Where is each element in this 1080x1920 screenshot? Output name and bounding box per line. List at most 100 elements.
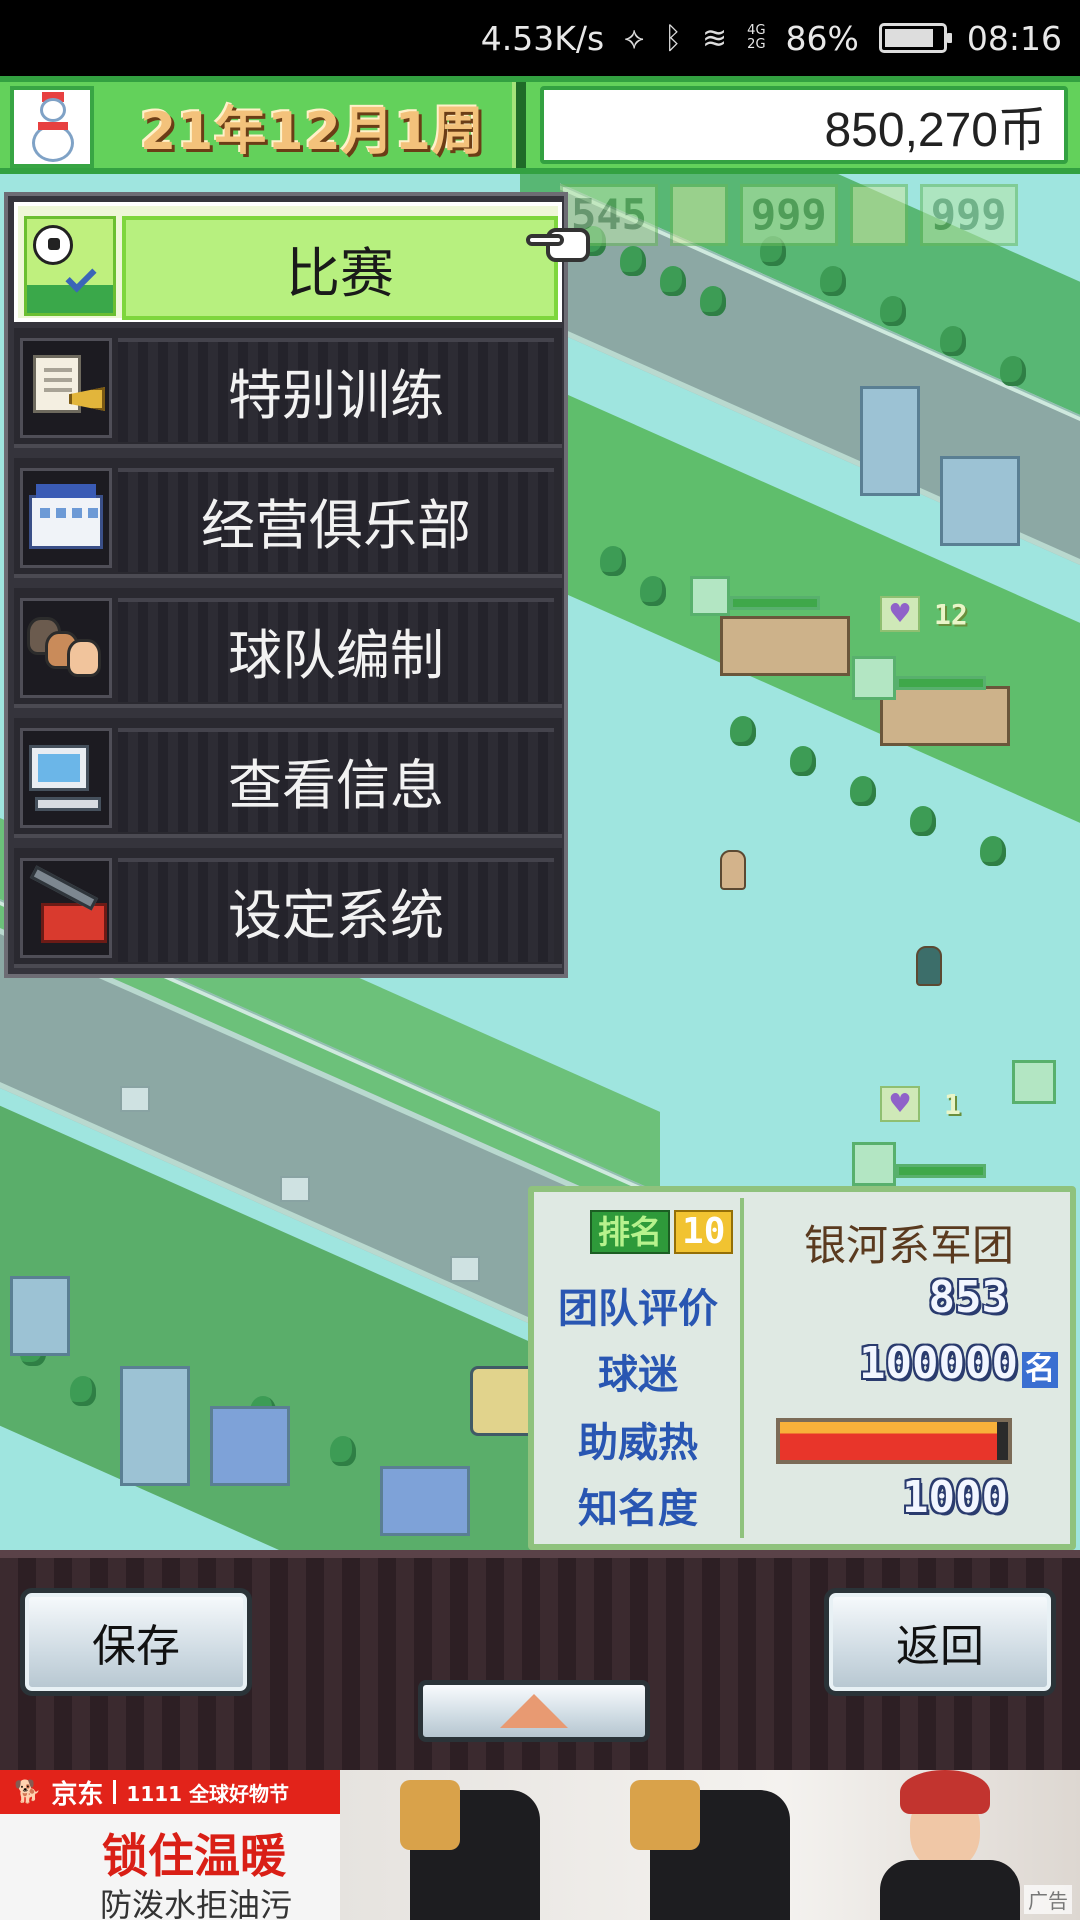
menu-item-team-formation[interactable]: 球队编制 xyxy=(14,588,562,708)
menu-item-special-training[interactable]: 特别训练 xyxy=(14,328,562,448)
tree xyxy=(700,286,726,316)
tree xyxy=(620,246,646,276)
tree xyxy=(850,776,876,806)
ad-tag: 广告 xyxy=(1024,1885,1072,1914)
ad-title: 锁住温暖 xyxy=(102,1829,286,1883)
heart-icon: ♥ xyxy=(880,596,920,632)
bluetooth-icon: ᛒ xyxy=(664,20,683,56)
fame-value: 1000 xyxy=(902,1472,1008,1523)
tree xyxy=(880,296,906,326)
building xyxy=(940,456,1020,546)
jd-logo-icon: 🐕 xyxy=(14,1779,42,1805)
tree xyxy=(730,716,756,746)
stadium-light xyxy=(120,1086,150,1112)
stadium-light xyxy=(280,1176,310,1202)
fans-label: 球迷 xyxy=(598,1352,678,1398)
heart-count: 12 xyxy=(934,598,968,631)
hud-divider xyxy=(512,82,526,168)
menu-item-label: 查看信息 xyxy=(228,753,444,817)
cheer-label: 助威热 xyxy=(578,1420,698,1466)
ad-subtitle: 防泼水拒油污 xyxy=(100,1886,293,1920)
main-menu: 比赛 特别训练 经营俱乐部 球队编制 查看信息 设定系统 xyxy=(4,192,568,978)
fans-unit: 名 xyxy=(1022,1352,1058,1388)
visitor-chip[interactable] xyxy=(852,1142,896,1186)
back-button[interactable]: 返回 xyxy=(824,1588,1056,1696)
tree xyxy=(820,266,846,296)
snowman-avatar-icon[interactable] xyxy=(10,86,94,168)
cafe xyxy=(720,616,850,676)
building xyxy=(120,1366,190,1486)
stat-value: 999 xyxy=(739,184,838,246)
tree xyxy=(940,326,966,356)
signal-icon: 4G 2G xyxy=(747,24,765,52)
cheer-meter-fill xyxy=(780,1422,997,1460)
battery-percent: 86% xyxy=(785,18,859,58)
rank-badge: 排名 10 xyxy=(590,1210,734,1254)
ad-header: 🐕 京东 1111 全球好物节 xyxy=(0,1770,340,1814)
battery-icon xyxy=(878,23,952,53)
toolbox-wrench-icon xyxy=(20,858,112,958)
house xyxy=(380,1466,470,1536)
visitor-bar xyxy=(896,1164,986,1178)
wifi-icon: ≋ xyxy=(702,20,728,56)
fame-label: 知名度 xyxy=(578,1486,698,1532)
computer-icon xyxy=(20,728,112,828)
walking-person[interactable] xyxy=(916,946,942,986)
ad-banner[interactable]: 🐕 京东 1111 全球好物节 锁住温暖 防泼水拒油污 广告 xyxy=(0,1770,1080,1920)
trophy-icon xyxy=(669,184,728,246)
cafe xyxy=(880,686,1010,746)
ad-photo xyxy=(340,1770,1080,1920)
tree xyxy=(70,1376,96,1406)
menu-item-view-info[interactable]: 查看信息 xyxy=(14,718,562,838)
tree xyxy=(640,576,666,606)
walking-person[interactable] xyxy=(720,850,746,890)
building xyxy=(10,1276,70,1356)
visitor-bar xyxy=(730,596,820,610)
menu-item-label: 球队编制 xyxy=(228,623,444,687)
game-date: 21年12月1周 xyxy=(140,101,485,162)
clock: 08:16 xyxy=(966,18,1062,58)
hand-pointer-icon xyxy=(526,218,600,268)
players-icon xyxy=(20,598,112,698)
vibrate-icon: ⟡ xyxy=(624,20,645,56)
training-document-horn-icon xyxy=(20,338,112,438)
stats-strip: 545 999 999 xyxy=(560,184,1018,246)
network-type-top: 4G xyxy=(747,23,766,38)
heart-count: 1 xyxy=(944,1088,961,1121)
rank-label: 排名 xyxy=(590,1210,671,1254)
visitor-bar xyxy=(896,676,986,690)
expand-button[interactable] xyxy=(418,1680,650,1742)
team-rating-value: 853 xyxy=(928,1272,1008,1323)
stat-value: 999 xyxy=(919,184,1018,246)
save-button[interactable]: 保存 xyxy=(20,1588,252,1696)
status-bar: 4.53K/s ⟡ ᛒ ≋ 4G 2G 86% 08:16 xyxy=(0,0,1080,76)
team-name: 银河系军团 xyxy=(803,1221,1014,1270)
tree xyxy=(910,806,936,836)
visitor-chip[interactable] xyxy=(1012,1060,1056,1104)
menu-item-manage-club[interactable]: 经营俱乐部 xyxy=(14,458,562,578)
menu-item-label: 设定系统 xyxy=(228,883,444,947)
visitor-chip[interactable] xyxy=(690,576,730,616)
cheer-meter xyxy=(776,1418,1012,1464)
clubhouse-icon xyxy=(20,468,112,568)
building xyxy=(860,386,920,496)
top-hud: 21年12月1周 850,270币 xyxy=(0,76,1080,174)
ad-brand: 京东 xyxy=(51,1779,104,1810)
team-info-panel[interactable]: 排名 10 银河系军团 团队评价 853 球迷 100000 名 助威热 知名度… xyxy=(528,1186,1076,1550)
battery-fill xyxy=(884,29,933,47)
tree xyxy=(1000,356,1026,386)
menu-item-match[interactable]: 比赛 xyxy=(14,202,562,322)
menu-item-label: 比赛 xyxy=(286,241,394,305)
visitor-chip[interactable] xyxy=(852,656,896,700)
tree xyxy=(790,746,816,776)
ad-event: 1111 全球好物节 xyxy=(126,1781,290,1806)
house xyxy=(210,1406,290,1486)
tree xyxy=(330,1436,356,1466)
tree xyxy=(660,266,686,296)
heart-icon: ♥ xyxy=(880,1086,920,1122)
bottom-controls: 保存 返回 xyxy=(0,1550,1080,1770)
network-type-bottom: 2G xyxy=(747,37,766,52)
menu-item-system-settings[interactable]: 设定系统 xyxy=(14,848,562,968)
stadium-light xyxy=(450,1256,480,1282)
arrow-up-icon xyxy=(500,1694,568,1728)
